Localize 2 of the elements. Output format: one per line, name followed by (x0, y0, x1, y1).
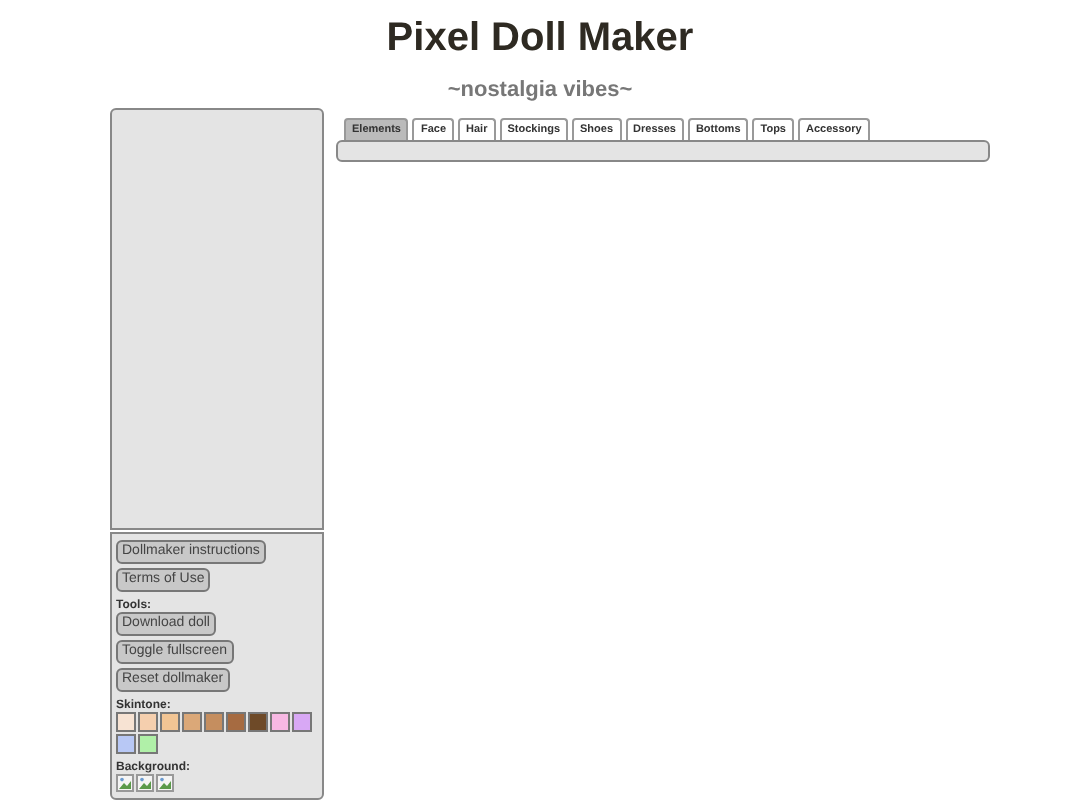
page-subtitle: ~nostalgia vibes~ (445, 76, 635, 104)
page-title: Pixel Doll Maker (384, 14, 696, 62)
